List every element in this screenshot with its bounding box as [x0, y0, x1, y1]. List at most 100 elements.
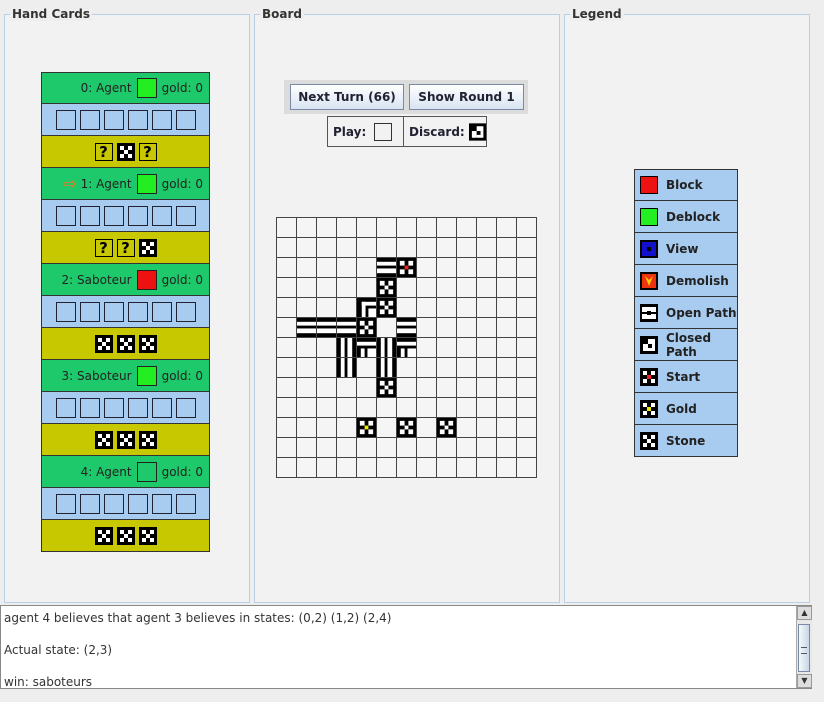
board-cell[interactable] — [376, 417, 397, 438]
board-cell[interactable] — [436, 437, 457, 458]
board-cell[interactable] — [516, 297, 537, 318]
board-cell[interactable] — [316, 357, 337, 378]
board-cell[interactable] — [356, 377, 377, 398]
board-cell[interactable] — [496, 397, 517, 418]
board-cell[interactable] — [296, 237, 317, 258]
board-cell[interactable] — [376, 237, 397, 258]
board-cell[interactable] — [496, 377, 517, 398]
board-cell[interactable] — [396, 237, 417, 258]
scroll-down-icon[interactable]: ▼ — [797, 674, 812, 688]
board-cell[interactable] — [276, 257, 297, 278]
board-cell[interactable] — [496, 357, 517, 378]
board-cell[interactable] — [456, 437, 477, 458]
board-cell[interactable] — [296, 257, 317, 278]
board-cell[interactable] — [516, 457, 537, 478]
board-cell[interactable] — [336, 457, 357, 478]
board-cell[interactable] — [396, 357, 417, 378]
board-cell[interactable] — [336, 257, 357, 278]
board-cell[interactable] — [276, 437, 297, 458]
board-cell[interactable] — [316, 297, 337, 318]
board-cell[interactable] — [456, 457, 477, 478]
board-cell[interactable] — [396, 217, 417, 238]
board-cell[interactable] — [416, 457, 437, 478]
board-cell[interactable] — [516, 417, 537, 438]
board-cell[interactable] — [496, 217, 517, 238]
next-turn-button[interactable]: Next Turn (66) — [290, 84, 404, 110]
board-cell[interactable] — [316, 257, 337, 278]
board-cell[interactable] — [276, 237, 297, 258]
board-cell[interactable] — [456, 337, 477, 358]
board-cell[interactable] — [296, 397, 317, 418]
board-cell[interactable] — [496, 257, 517, 278]
scroll-thumb[interactable] — [798, 624, 810, 672]
hidden-card[interactable]: ? — [138, 142, 157, 161]
board-cell[interactable] — [436, 277, 457, 298]
board-cell[interactable] — [376, 317, 397, 338]
board-cell[interactable] — [476, 217, 497, 238]
board-cell[interactable] — [296, 297, 317, 318]
board-cell[interactable] — [276, 297, 297, 318]
board-cell[interactable] — [436, 337, 457, 358]
play-slot[interactable]: Play: — [327, 116, 404, 147]
board-cell[interactable] — [516, 377, 537, 398]
board-cell[interactable] — [476, 397, 497, 418]
board-cell[interactable] — [416, 277, 437, 298]
board-cell[interactable] — [416, 357, 437, 378]
board-cell[interactable] — [316, 397, 337, 418]
board-cell[interactable] — [356, 397, 377, 418]
board-cell[interactable] — [416, 217, 437, 238]
board-cell[interactable] — [296, 437, 317, 458]
board-cell[interactable] — [276, 317, 297, 338]
board-cell[interactable] — [516, 397, 537, 418]
board-cell[interactable] — [276, 277, 297, 298]
board-cell[interactable] — [336, 397, 357, 418]
board-cell[interactable] — [396, 397, 417, 418]
hidden-card[interactable]: ? — [94, 238, 113, 257]
board-cell[interactable] — [336, 297, 357, 318]
board-cell[interactable] — [456, 417, 477, 438]
board-cell[interactable] — [296, 357, 317, 378]
board-cell[interactable] — [376, 437, 397, 458]
board-cell[interactable] — [456, 277, 477, 298]
board-cell[interactable] — [356, 257, 377, 278]
board-cell[interactable] — [336, 217, 357, 238]
board-cell[interactable] — [416, 377, 437, 398]
board-cell[interactable] — [416, 317, 437, 338]
board-cell[interactable] — [296, 217, 317, 238]
hidden-card[interactable]: ? — [94, 142, 113, 161]
board-cell[interactable] — [436, 297, 457, 318]
board-cell[interactable] — [496, 297, 517, 318]
board-cell[interactable] — [496, 277, 517, 298]
board-cell[interactable] — [476, 457, 497, 478]
discard-slot[interactable]: Discard: — [403, 116, 487, 147]
board-cell[interactable] — [296, 457, 317, 478]
board-cell[interactable] — [516, 317, 537, 338]
board-cell[interactable] — [456, 397, 477, 418]
board-cell[interactable] — [416, 437, 437, 458]
board-cell[interactable] — [316, 377, 337, 398]
board-cell[interactable] — [516, 257, 537, 278]
board-cell[interactable] — [416, 297, 437, 318]
board-cell[interactable] — [496, 417, 517, 438]
board-cell[interactable] — [476, 277, 497, 298]
board-cell[interactable] — [496, 437, 517, 458]
board-cell[interactable] — [276, 337, 297, 358]
board-cell[interactable] — [456, 297, 477, 318]
board-cell[interactable] — [416, 417, 437, 438]
board-cell[interactable] — [336, 377, 357, 398]
board-cell[interactable] — [316, 437, 337, 458]
board-cell[interactable] — [456, 377, 477, 398]
hidden-card[interactable]: ? — [116, 238, 135, 257]
board-cell[interactable] — [416, 257, 437, 278]
board-cell[interactable] — [496, 337, 517, 358]
board-cell[interactable] — [456, 357, 477, 378]
board-cell[interactable] — [296, 337, 317, 358]
show-round-button[interactable]: Show Round 1 — [409, 84, 524, 110]
board-cell[interactable] — [336, 437, 357, 458]
board-cell[interactable] — [436, 237, 457, 258]
board-cell[interactable] — [436, 317, 457, 338]
board-cell[interactable] — [516, 437, 537, 458]
board-cell[interactable] — [316, 237, 337, 258]
board-cell[interactable] — [276, 417, 297, 438]
board-cell[interactable] — [476, 237, 497, 258]
